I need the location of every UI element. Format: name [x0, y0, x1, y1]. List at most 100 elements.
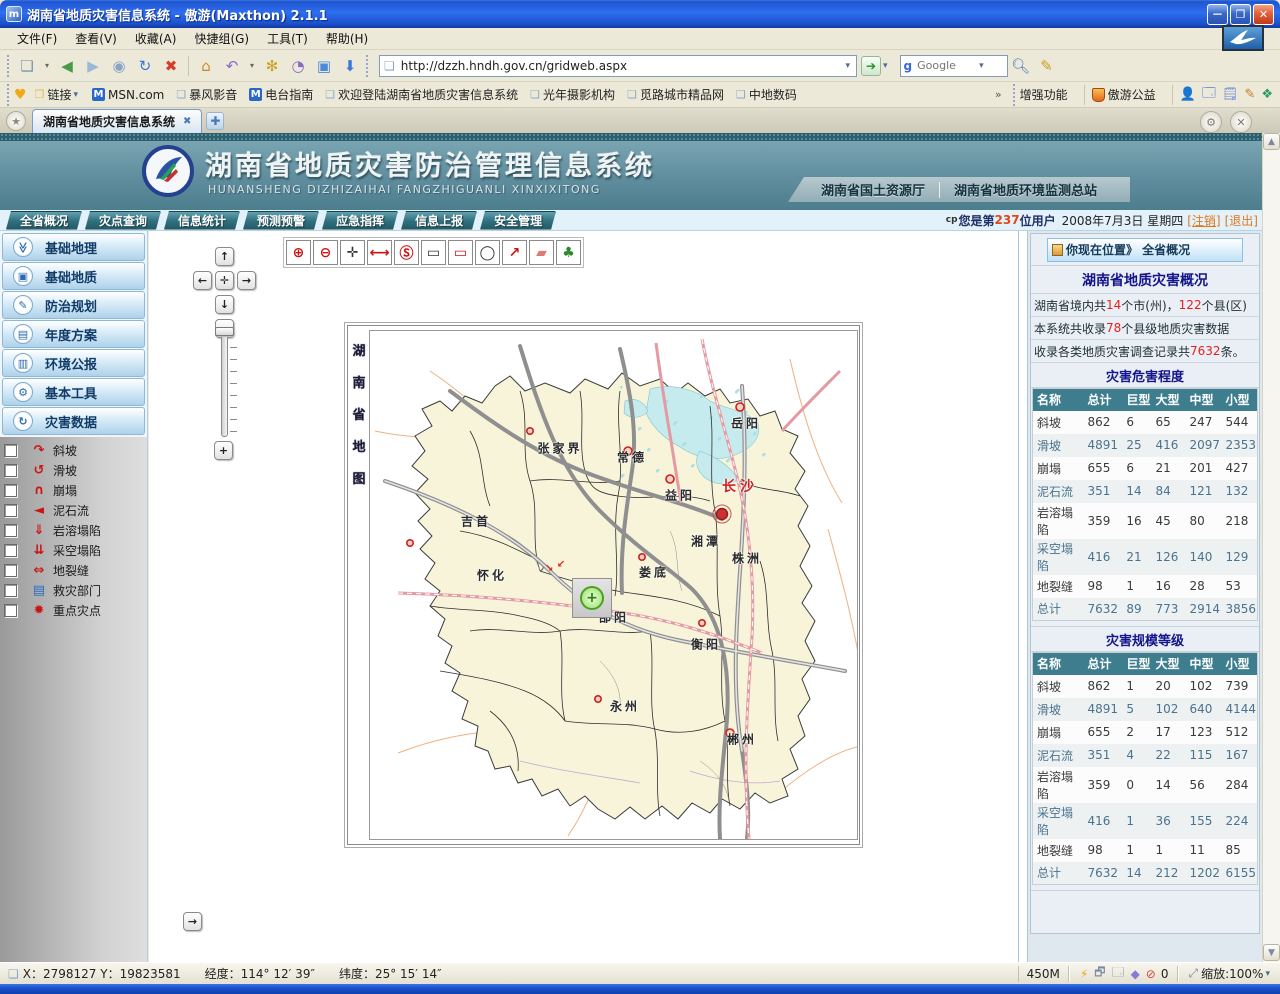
sidebar-section-6[interactable]: ↻灾害数据 [2, 407, 145, 435]
sidebar-section-0[interactable]: ≫基础地理 [2, 233, 145, 261]
link-item-0[interactable]: ❐链接 ▾ [35, 86, 80, 103]
minimize-button[interactable]: － [1207, 4, 1228, 25]
sketch-red-icon[interactable]: ↗ [502, 240, 527, 265]
tab-settings-icon[interactable]: ⚙ [1200, 111, 1222, 133]
nav-tab-5[interactable]: 信息上报 [401, 211, 477, 230]
popup-window-icon[interactable]: 🗗 [1094, 963, 1105, 984]
blocked-icon[interactable]: ⊘ [1146, 967, 1156, 981]
cube-icon[interactable]: ❖ [1261, 87, 1273, 102]
tab-active[interactable]: 湖南省地质灾害信息系统 ✖ [32, 109, 202, 133]
select-rect-icon[interactable]: ▭ [421, 240, 446, 265]
zoom-slider-plus-button[interactable]: + [214, 441, 233, 460]
window-icon[interactable]: 🗔 [1202, 84, 1216, 106]
refresh-icon[interactable]: ↻ [133, 54, 157, 78]
link-item-6[interactable]: ❏觅路城市精品网 [627, 86, 724, 103]
link-item-7[interactable]: ❏中地数码 [736, 86, 797, 103]
address-dropdown-icon[interactable]: ▾ [843, 61, 852, 71]
sidebar-section-1[interactable]: ▣基础地质 [2, 262, 145, 290]
close-button[interactable]: ✕ [1253, 4, 1274, 25]
link-item-1[interactable]: MMSN.com [92, 88, 164, 102]
page-dropdown-icon[interactable]: ◉ [107, 54, 131, 78]
address-input[interactable] [399, 58, 844, 74]
link-geo-monitor[interactable]: 湖南省地质环境监测总站 [940, 180, 1111, 199]
pan-right-button[interactable]: → [237, 271, 256, 290]
highlight-icon[interactable]: ✎ [1035, 54, 1059, 78]
pan-center-button[interactable]: ✛ [215, 271, 234, 290]
full-extent-icon[interactable]: ♣ [556, 240, 581, 265]
gesture-icon[interactable]: ◆ [1131, 967, 1140, 981]
search-go-icon[interactable]: 🔍︎ [1009, 54, 1033, 78]
layer-checkbox-1[interactable] [4, 464, 17, 477]
notes-icon[interactable]: 🗒 [1222, 87, 1239, 102]
select-circle-icon[interactable]: ◯ [475, 240, 500, 265]
menu-item-0[interactable]: 文件(F) [8, 28, 66, 49]
nav-tab-0[interactable]: 全省概况 [6, 211, 82, 230]
menu-item-1[interactable]: 查看(V) [66, 28, 126, 49]
link-item-3[interactable]: M电台指南 [249, 86, 313, 103]
layer-checkbox-2[interactable] [4, 484, 17, 497]
enhance-features-link[interactable]: 增强功能 [1020, 86, 1068, 103]
tab-closeall-icon[interactable]: ✕ [1230, 111, 1252, 133]
home-icon[interactable]: ⌂ [194, 54, 218, 78]
pan-up-button[interactable]: ↑ [215, 247, 234, 266]
favorites-heart-icon[interactable]: ♥ [14, 87, 27, 103]
exit-link[interactable]: [退出] [1225, 212, 1258, 229]
map-canvas[interactable]: 张家界常德岳阳益阳长沙吉首湘潭株洲怀化娄底邵阳衡阳永州郴州 ↓ ↓ + [369, 330, 858, 840]
nav-tab-3[interactable]: 预测预警 [243, 211, 319, 230]
sidebar-section-2[interactable]: ✎防治规划 [2, 291, 145, 319]
pan-left-button[interactable]: ← [193, 271, 212, 290]
nav-tab-4[interactable]: 应急指挥 [322, 211, 398, 230]
vertical-scrollbar[interactable]: ▲ ▼ [1262, 133, 1280, 962]
scale-icon[interactable]: Ⓢ [394, 240, 419, 265]
layer-checkbox-6[interactable] [4, 564, 17, 577]
restore-button[interactable]: ❐ [1230, 4, 1251, 25]
maxthon-charity-link[interactable]: 傲游公益 [1108, 86, 1156, 103]
zoom-slider-track[interactable] [221, 331, 228, 437]
favorites-star-icon[interactable]: ★ [6, 111, 26, 131]
menu-item-2[interactable]: 收藏(A) [126, 28, 186, 49]
link-item-5[interactable]: ❏光年摄影机构 [530, 86, 615, 103]
back-icon[interactable]: ◀ [55, 54, 79, 78]
address-bar[interactable]: ❏ ▾ [379, 55, 857, 77]
history-icon[interactable]: ◔ [286, 54, 310, 78]
new-tab-button[interactable]: ✚ [206, 112, 224, 130]
split-screen-icon[interactable]: ▣ [312, 54, 336, 78]
link-item-4[interactable]: ❏欢迎登陆湖南省地质灾害信息系统 [325, 86, 518, 103]
expand-panel-button[interactable]: → [183, 912, 202, 931]
layer-checkbox-0[interactable] [4, 444, 17, 457]
menu-item-3[interactable]: 快捷组(G) [185, 28, 258, 49]
menu-item-4[interactable]: 工具(T) [258, 28, 317, 49]
go-button[interactable]: ➔ [861, 56, 881, 76]
new-page-dropdown-icon[interactable]: ▾ [41, 54, 53, 78]
zoom-in-icon[interactable]: ⊕ [286, 240, 311, 265]
undo-icon[interactable]: ↶ [220, 54, 244, 78]
link-item-2[interactable]: ❏暴风影音 [176, 86, 237, 103]
scroll-down-icon[interactable]: ▼ [1263, 944, 1280, 961]
forward-icon[interactable]: ▶ [81, 54, 105, 78]
sidebar-section-4[interactable]: ▥环境公报 [2, 349, 145, 377]
zoom-dropdown-icon[interactable]: ▾ [1263, 969, 1272, 979]
measure-icon[interactable]: ⟷ [367, 240, 392, 265]
search-engine-dropdown-icon[interactable]: ▾ [977, 61, 986, 71]
tab-close-icon[interactable]: ✖ [183, 116, 191, 127]
user-icon[interactable]: 👤 [1180, 87, 1196, 102]
search-input[interactable] [915, 58, 977, 73]
logout-link[interactable]: [注销] [1187, 212, 1220, 229]
layer-checkbox-3[interactable] [4, 504, 17, 517]
breadcrumb[interactable]: 你现在位置》 全省概况 [1047, 238, 1243, 262]
pan-icon[interactable]: ✛ [340, 240, 365, 265]
pens-icon[interactable]: ✎ [1244, 87, 1255, 102]
layer-checkbox-7[interactable] [4, 584, 17, 597]
zoom-out-icon[interactable]: ⊖ [313, 240, 338, 265]
link-land-resources[interactable]: 湖南省国土资源厅 [807, 180, 939, 199]
scroll-up-icon[interactable]: ▲ [1263, 133, 1280, 150]
download-icon[interactable]: ⬇ [338, 54, 362, 78]
nav-tab-6[interactable]: 安全管理 [480, 211, 556, 230]
locate-button[interactable]: + [572, 578, 612, 618]
magic-filter-icon[interactable]: ✻ [260, 54, 284, 78]
go-dropdown-icon[interactable]: ▾ [881, 61, 890, 71]
layer-checkbox-8[interactable] [4, 604, 17, 617]
pan-down-button[interactable]: ↓ [215, 295, 234, 314]
new-page-icon[interactable]: ❏ [15, 54, 39, 78]
search-box[interactable]: g ▾ [900, 55, 1008, 77]
